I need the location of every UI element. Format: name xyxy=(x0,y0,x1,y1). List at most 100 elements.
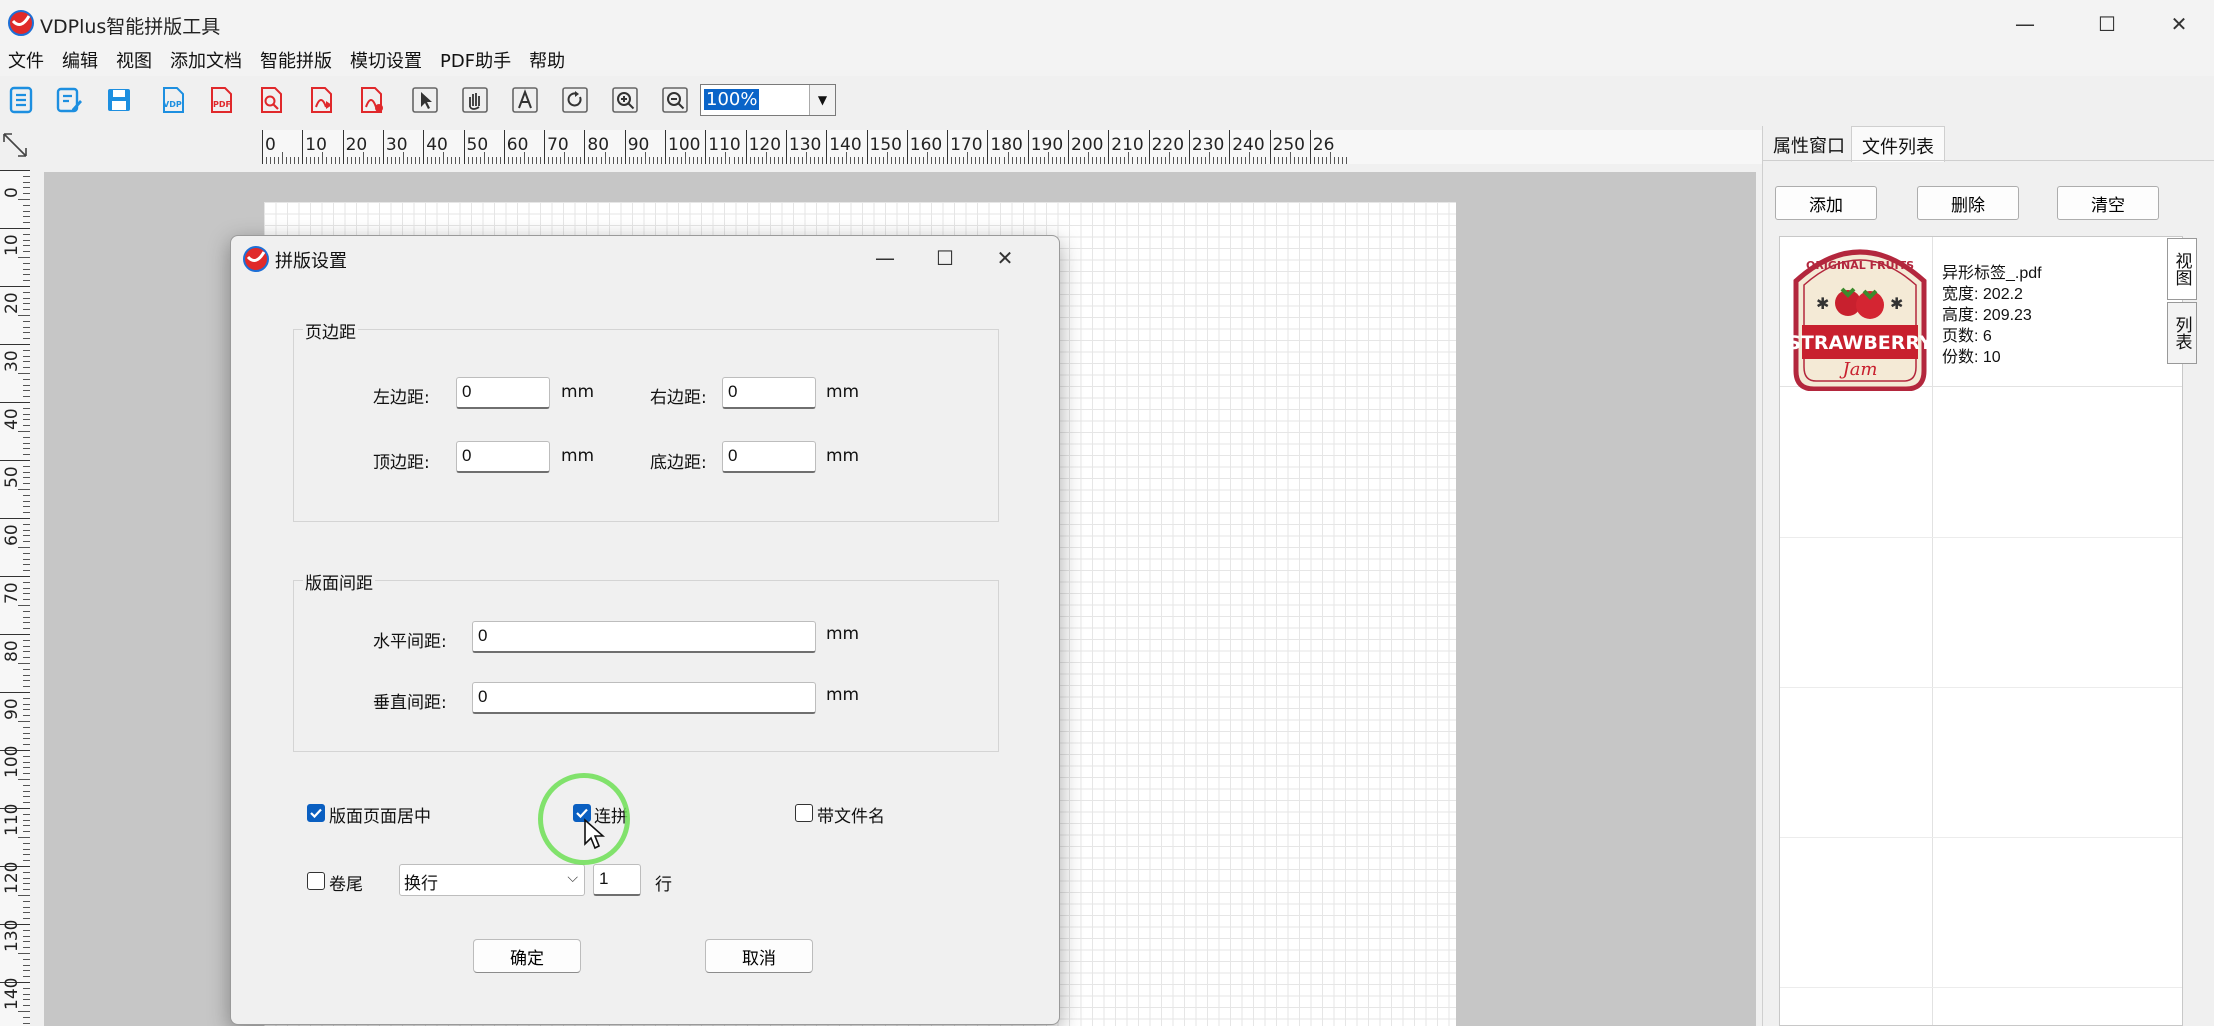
ruler-minor-tick xyxy=(23,976,30,978)
imposition-settings-dialog: 拼版设置 — ☐ ✕ 页边距 左边距: 0 mm 右边距: 0 mm 顶边距: … xyxy=(230,235,1060,1025)
center-page-checkbox[interactable] xyxy=(307,804,325,822)
pdf-convert-icon[interactable] xyxy=(354,83,388,117)
new-list-icon[interactable] xyxy=(4,83,38,117)
ruler-minor-tick xyxy=(23,593,30,595)
ruler-minor-tick xyxy=(23,233,30,235)
ruler-minor-tick xyxy=(23,523,30,525)
chevron-down-icon[interactable]: ▼ xyxy=(809,85,835,115)
tail-mode-select[interactable]: 换行 ⌵ xyxy=(399,864,585,896)
ruler-minor-tick xyxy=(23,274,30,276)
roll-tail-label[interactable]: 卷尾 xyxy=(329,870,363,895)
hand-icon[interactable] xyxy=(458,83,492,117)
edit-icon[interactable] xyxy=(52,83,86,117)
menu-pdf-assistant[interactable]: PDF助手 xyxy=(432,48,521,76)
ruler-minor-tick xyxy=(23,204,30,206)
top-margin-input[interactable]: 0 xyxy=(456,441,550,473)
dialog-close-button[interactable]: ✕ xyxy=(975,236,1035,280)
left-margin-input[interactable]: 0 xyxy=(456,377,550,409)
minimize-button[interactable]: — xyxy=(1990,0,2060,48)
rotate-icon[interactable] xyxy=(558,83,592,117)
with-filename-checkbox[interactable] xyxy=(795,804,813,822)
menu-edit[interactable]: 编辑 xyxy=(54,48,108,76)
ruler-minor-tick xyxy=(23,796,30,798)
ruler-minor-tick xyxy=(737,157,739,164)
ruler-minor-tick xyxy=(1124,157,1126,164)
cancel-button[interactable]: 取消 xyxy=(705,939,813,973)
bottom-margin-input[interactable]: 0 xyxy=(722,441,816,473)
delete-file-button[interactable]: 删除 xyxy=(1917,186,2019,220)
tab-file-list[interactable]: 文件列表 xyxy=(1851,126,1945,162)
ruler-minor-tick xyxy=(23,964,30,966)
maximize-button[interactable]: ☐ xyxy=(2072,0,2142,48)
ruler-minor-tick xyxy=(23,732,30,734)
file-width: 宽度: 202.2 xyxy=(1942,286,2023,303)
zoom-out-icon[interactable] xyxy=(658,83,692,117)
ruler-minor-tick xyxy=(23,570,30,572)
horizontal-spacing-input[interactable]: 0 xyxy=(472,621,816,653)
menu-die-cut-settings[interactable]: 模切设置 xyxy=(342,48,432,76)
zoom-select[interactable]: 100% ▼ xyxy=(700,84,836,116)
ruler-minor-tick xyxy=(858,157,860,164)
menu-smart-imposition[interactable]: 智能拼版 xyxy=(252,48,342,76)
tail-count-input[interactable]: 1 xyxy=(593,864,641,896)
right-margin-input[interactable]: 0 xyxy=(722,377,816,409)
close-button[interactable]: ✕ xyxy=(2144,0,2214,48)
ruler-minor-tick xyxy=(23,210,30,212)
file-list[interactable]: ORIGINAL FRUITS ✱ ✱ STRAWBERRY Jam 异形标签_… xyxy=(1779,236,2183,1026)
ruler-minor-tick xyxy=(23,216,30,218)
add-file-button[interactable]: 添加 xyxy=(1775,186,1877,220)
pdf-search-icon[interactable] xyxy=(254,83,288,117)
menu-add-document[interactable]: 添加文档 xyxy=(162,48,252,76)
ruler-minor-tick xyxy=(23,813,30,815)
ruler-minor-tick xyxy=(23,280,30,282)
ruler-minor-tick xyxy=(23,181,30,183)
ruler-minor-tick xyxy=(1342,157,1344,164)
ruler-minor-tick xyxy=(23,245,30,247)
ruler-h-label: 180 xyxy=(990,135,1023,155)
ruler-minor-tick xyxy=(23,581,30,583)
save-icon[interactable] xyxy=(102,83,136,117)
ruler-minor-tick xyxy=(1217,157,1219,164)
ruler-minor-tick xyxy=(608,157,610,164)
ruler-minor-tick xyxy=(854,157,856,164)
ruler-tick xyxy=(0,344,30,345)
pdf-icon[interactable]: PDF xyxy=(204,83,238,117)
ruler-minor-tick xyxy=(23,877,30,879)
side-tab-view[interactable]: 视图 xyxy=(2167,238,2197,300)
with-filename-label[interactable]: 带文件名 xyxy=(817,802,885,827)
tab-properties[interactable]: 属性窗口 xyxy=(1763,126,1855,160)
pointer-icon[interactable] xyxy=(408,83,442,117)
menu-file[interactable]: 文件 xyxy=(0,48,54,76)
ruler-minor-tick xyxy=(23,848,30,850)
ruler-tick xyxy=(987,130,989,164)
ruler-tick xyxy=(463,130,465,164)
right-margin-unit: mm xyxy=(826,382,860,402)
clear-files-button[interactable]: 清空 xyxy=(2057,186,2159,220)
ruler-minor-tick xyxy=(23,744,30,746)
ruler-minor-tick xyxy=(959,157,961,164)
ruler-minor-tick xyxy=(834,157,836,164)
ruler-minor-tick xyxy=(354,157,356,164)
side-tab-list[interactable]: 列表 xyxy=(2167,302,2197,364)
roll-tail-checkbox[interactable] xyxy=(307,872,325,890)
tab-divider xyxy=(1763,160,2214,161)
ruler-h-label: 10 xyxy=(305,135,327,155)
list-item[interactable]: ORIGINAL FRUITS ✱ ✱ STRAWBERRY Jam 异形标签_… xyxy=(1780,237,2182,1025)
dialog-maximize-button[interactable]: ☐ xyxy=(915,236,975,280)
chevron-down-icon[interactable]: ⌵ xyxy=(567,870,578,886)
svg-text:✱: ✱ xyxy=(1816,294,1829,313)
menu-view[interactable]: 视图 xyxy=(108,48,162,76)
text-icon[interactable] xyxy=(508,83,542,117)
dialog-minimize-button[interactable]: — xyxy=(855,236,915,280)
ruler-minor-tick xyxy=(536,157,538,164)
ruler-minor-tick xyxy=(23,726,30,728)
vdp-icon[interactable]: VDP xyxy=(156,83,190,117)
ok-button[interactable]: 确定 xyxy=(473,939,581,973)
pdf-export-icon[interactable] xyxy=(304,83,338,117)
center-page-label[interactable]: 版面页面居中 xyxy=(329,802,431,827)
left-margin-unit: mm xyxy=(561,382,595,402)
vertical-spacing-input[interactable]: 0 xyxy=(472,682,816,714)
zoom-in-icon[interactable] xyxy=(608,83,642,117)
menu-help[interactable]: 帮助 xyxy=(521,48,575,76)
ruler-minor-tick xyxy=(23,918,30,920)
